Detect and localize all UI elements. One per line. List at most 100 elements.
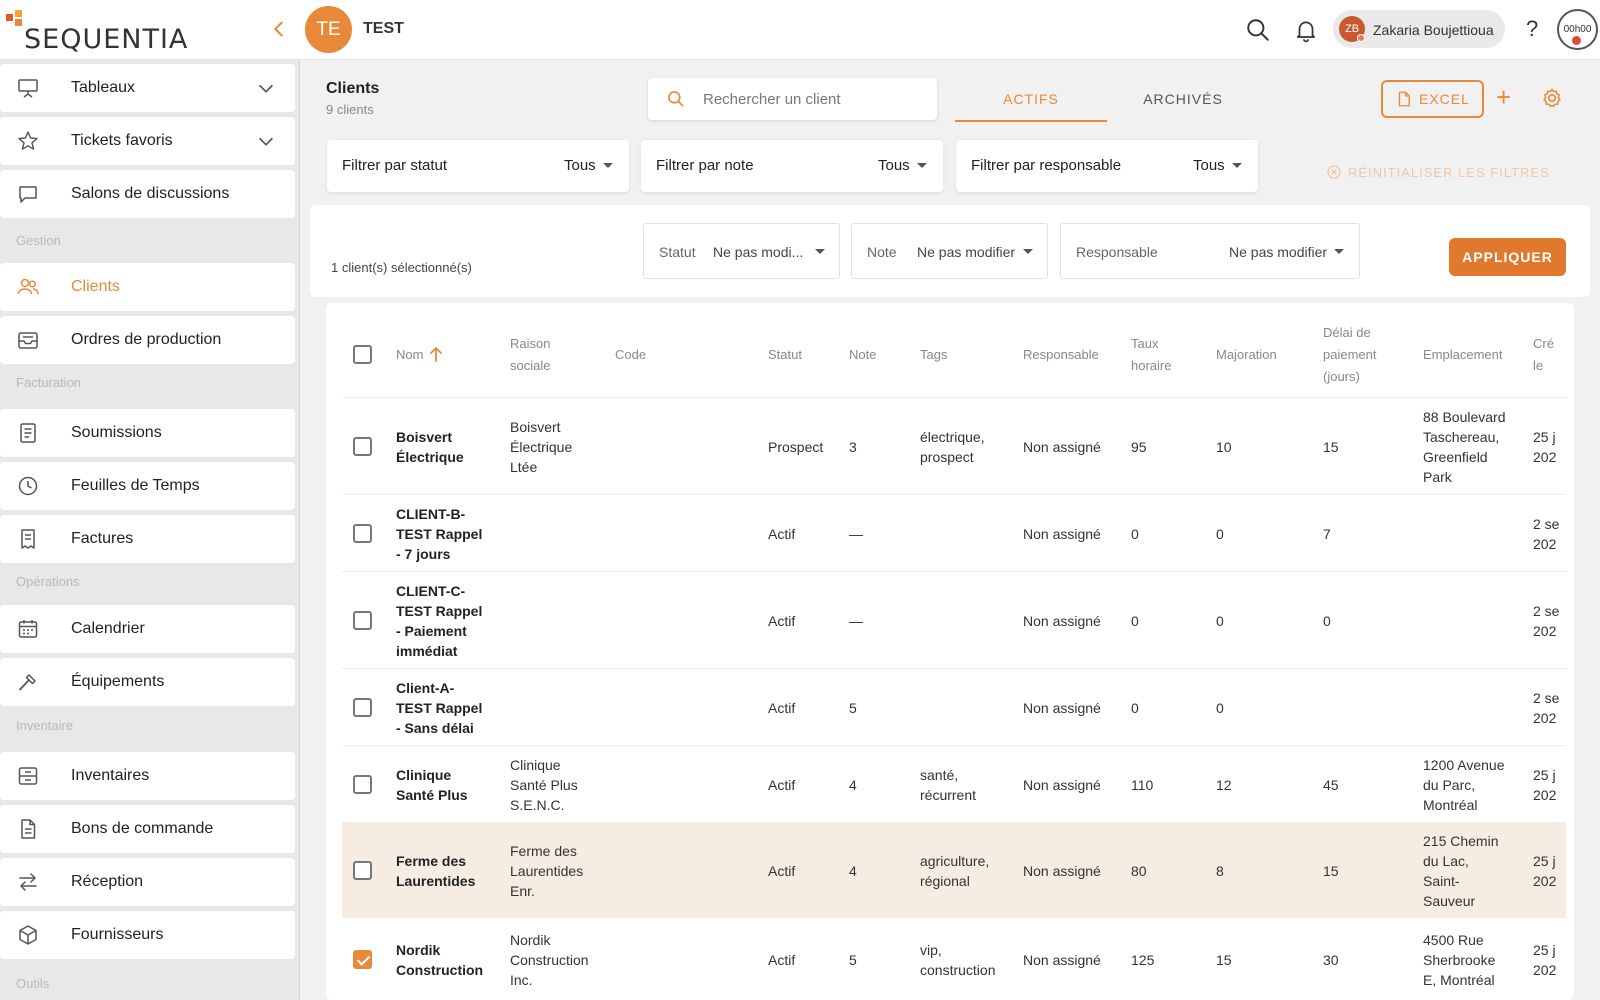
package-cube-icon bbox=[19, 925, 37, 945]
bell-icon[interactable] bbox=[1293, 17, 1319, 43]
cell-emplacement: 88 Boulevard Taschereau, Greenfield Park bbox=[1423, 407, 1528, 487]
cell-line: Nordik bbox=[510, 932, 551, 948]
table-row[interactable]: CLIENT-C- TEST Rappel - Paiement immédiat Ac… bbox=[342, 571, 1566, 668]
bulk-statut-select[interactable]: Statut Ne pas modi... bbox=[643, 223, 840, 279]
cell-line: 25 j bbox=[1533, 853, 1556, 869]
column-header-majoration[interactable]: Majoration bbox=[1216, 344, 1277, 366]
sidebar-item-label: Bons de commande bbox=[71, 820, 214, 837]
project-name: TEST bbox=[363, 20, 404, 37]
sidebar-item-reception[interactable]: Réception bbox=[0, 858, 295, 906]
cell-line: 5 bbox=[849, 952, 857, 968]
row-checkbox[interactable] bbox=[353, 950, 372, 969]
search-placeholder: Rechercher un client bbox=[703, 91, 841, 108]
table-row[interactable]: Nordik Construction Nordik Construction Inc.… bbox=[342, 917, 1566, 1000]
add-client-button[interactable]: + bbox=[1496, 84, 1511, 110]
sidebar-item-inventaires[interactable]: Inventaires bbox=[0, 752, 295, 800]
cell-line: construction bbox=[920, 962, 996, 978]
gear-icon[interactable] bbox=[1541, 87, 1563, 109]
cell-cree: 25 j 202 bbox=[1533, 851, 1573, 891]
column-header-delai-paiement[interactable]: Délai de paiement (jours) bbox=[1323, 322, 1376, 388]
column-header-nom[interactable]: Nom bbox=[396, 344, 423, 366]
table-row[interactable]: Client-A- TEST Rappel - Sans délai Actif 5 No… bbox=[342, 668, 1566, 745]
apply-button[interactable]: APPLIQUER bbox=[1449, 238, 1566, 276]
cell-line: Laurentides bbox=[510, 863, 584, 879]
caret-down-icon bbox=[1232, 163, 1242, 168]
cell-nom[interactable]: Clinique Santé Plus bbox=[396, 765, 496, 805]
column-header-tags[interactable]: Tags bbox=[920, 344, 947, 366]
sequentia-logo[interactable]: SEQUENTIA bbox=[6, 10, 196, 55]
cell-delai: 15 bbox=[1323, 861, 1403, 881]
sidebar-item-ordres-production[interactable]: Ordres de production bbox=[0, 316, 295, 364]
table-row[interactable]: Clinique Santé Plus Clinique Santé Plus S.E.… bbox=[342, 745, 1566, 822]
cell-nom[interactable]: Client-A- TEST Rappel - Sans délai bbox=[396, 678, 496, 738]
column-header-responsable[interactable]: Responsable bbox=[1023, 344, 1099, 366]
sidebar-item-soumissions[interactable]: Soumissions bbox=[0, 409, 295, 457]
cell-line: Santé Plus bbox=[396, 787, 468, 803]
cell-tags: vip, construction bbox=[920, 940, 1020, 980]
sidebar-item-tickets-favoris[interactable]: Tickets favoris bbox=[0, 117, 295, 165]
sidebar-item-equipements[interactable]: Équipements bbox=[0, 658, 295, 706]
table-row[interactable]: Ferme des Laurentides Ferme des Laurentides… bbox=[342, 822, 1566, 917]
search-input[interactable]: Rechercher un client bbox=[648, 78, 937, 120]
row-checkbox[interactable] bbox=[353, 698, 372, 717]
column-header-emplacement[interactable]: Emplacement bbox=[1423, 344, 1502, 366]
cell-line: Inc. bbox=[510, 972, 533, 988]
cell-line: Enr. bbox=[510, 883, 535, 899]
table-row[interactable]: Boisvert Électrique Boisvert Électrique Ltée… bbox=[342, 397, 1566, 494]
table-row[interactable]: CLIENT-B- TEST Rappel - 7 jours Actif — Non a… bbox=[342, 494, 1566, 571]
bulk-note-select[interactable]: Note Ne pas modifier bbox=[851, 223, 1048, 279]
help-icon[interactable]: ? bbox=[1526, 16, 1538, 42]
cell-taux: 125 bbox=[1131, 950, 1201, 970]
filter-responsable[interactable]: Filtrer par responsable Tous bbox=[956, 140, 1258, 192]
sidebar-item-calendrier[interactable]: Calendrier bbox=[0, 605, 295, 653]
tab-archives[interactable]: ARCHIVÉS bbox=[1107, 80, 1259, 122]
sidebar-item-tableaux[interactable]: Tableaux bbox=[0, 64, 295, 112]
cell-statut: Actif bbox=[768, 524, 848, 544]
filter-note[interactable]: Filtrer par note Tous bbox=[641, 140, 943, 192]
bulk-responsable-select[interactable]: Responsable Ne pas modifier bbox=[1060, 223, 1360, 279]
sidebar-item-feuilles-temps[interactable]: Feuilles de Temps bbox=[0, 462, 295, 510]
row-checkbox[interactable] bbox=[353, 437, 372, 456]
row-checkbox[interactable] bbox=[353, 611, 372, 630]
cell-nom[interactable]: Nordik Construction bbox=[396, 940, 496, 980]
column-header-raison-sociale[interactable]: Raison sociale bbox=[510, 333, 550, 377]
cell-nom[interactable]: CLIENT-B- TEST Rappel - 7 jours bbox=[396, 504, 496, 564]
tab-actifs[interactable]: ACTIFS bbox=[955, 80, 1107, 122]
sidebar-item-salons[interactable]: Salons de discussions bbox=[0, 170, 295, 218]
sidebar-item-fournisseurs[interactable]: Fournisseurs bbox=[0, 911, 295, 959]
select-all-checkbox[interactable] bbox=[353, 345, 372, 364]
column-header-taux-horaire[interactable]: Taux horaire bbox=[1131, 333, 1171, 377]
filter-label: Filtrer par responsable bbox=[971, 157, 1122, 174]
row-checkbox[interactable] bbox=[353, 524, 372, 543]
column-header-statut[interactable]: Statut bbox=[768, 344, 802, 366]
project-avatar[interactable]: TE bbox=[305, 6, 352, 53]
cell-line: 95 bbox=[1131, 439, 1147, 455]
excel-export-button[interactable]: EXCEL bbox=[1381, 80, 1484, 118]
section-label-gestion: Gestion bbox=[16, 233, 61, 248]
cell-line: 0 bbox=[1216, 526, 1224, 542]
cell-emplacement: 215 Chemin du Lac, Saint- Sauveur bbox=[1423, 831, 1528, 911]
column-header-note[interactable]: Note bbox=[849, 344, 876, 366]
row-checkbox[interactable] bbox=[353, 775, 372, 794]
row-checkbox[interactable] bbox=[353, 861, 372, 880]
cell-nom[interactable]: Ferme des Laurentides bbox=[396, 851, 496, 891]
column-header-cree-le[interactable]: Cré le bbox=[1533, 333, 1554, 377]
cell-nom[interactable]: Boisvert Électrique bbox=[396, 427, 496, 467]
sidebar-item-factures[interactable]: Factures bbox=[0, 515, 295, 563]
filter-label: Filtrer par note bbox=[656, 157, 754, 174]
sort-ascending-icon[interactable] bbox=[429, 346, 443, 362]
search-icon[interactable] bbox=[1245, 17, 1271, 43]
cell-line: 110 bbox=[1131, 777, 1154, 793]
sidebar-item-clients[interactable]: Clients bbox=[0, 263, 295, 311]
cell-nom[interactable]: CLIENT-C- TEST Rappel - Paiement immédiat bbox=[396, 581, 496, 661]
user-menu[interactable]: ZB Zakaria Boujettioua bbox=[1333, 10, 1505, 48]
sidebar-item-bons-commande[interactable]: Bons de commande bbox=[0, 805, 295, 853]
cell-line: 125 bbox=[1131, 952, 1155, 968]
cell-line: 202 bbox=[1533, 449, 1557, 465]
chevron-down-icon[interactable] bbox=[255, 130, 277, 152]
cell-cree: 25 j 202 bbox=[1533, 427, 1573, 467]
filter-statut[interactable]: Filtrer par statut Tous bbox=[327, 140, 629, 192]
chevron-down-icon[interactable] bbox=[255, 77, 277, 99]
column-header-code[interactable]: Code bbox=[615, 344, 646, 366]
chevron-left-icon[interactable] bbox=[268, 18, 290, 40]
